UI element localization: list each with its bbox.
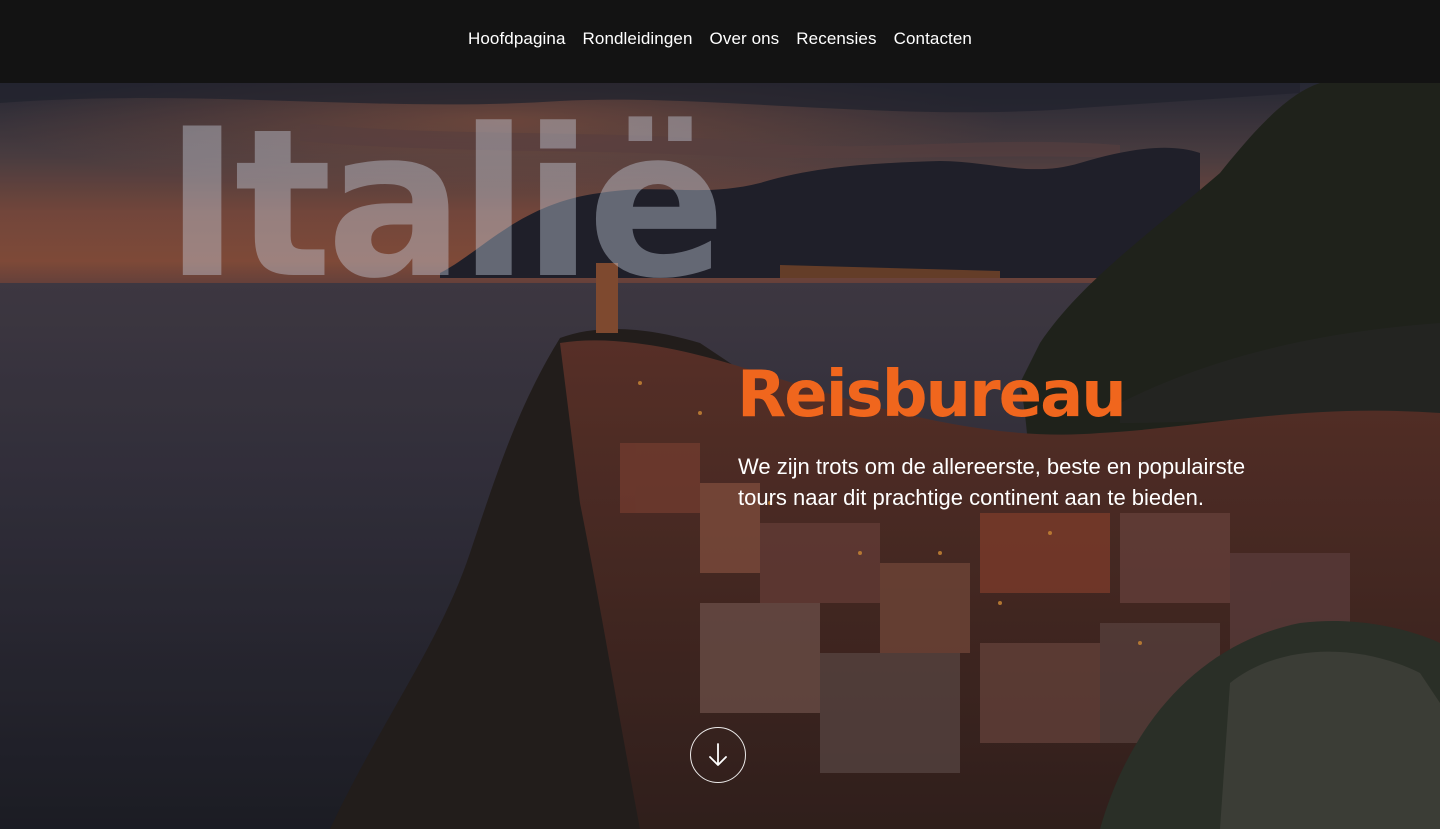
- nav-item-home: Hoofdpagina: [468, 29, 566, 49]
- scroll-down-button[interactable]: [690, 727, 746, 783]
- arrow-down-icon: [709, 743, 727, 766]
- top-navigation: Hoofdpagina Rondleidingen Over ons Recen…: [0, 0, 1440, 83]
- nav-item-contacts: Contacten: [894, 29, 972, 49]
- nav-link-rondleidingen[interactable]: Rondleidingen: [583, 29, 693, 48]
- nav-link-recensies[interactable]: Recensies: [796, 29, 876, 48]
- nav-item-tours: Rondleidingen: [583, 29, 693, 49]
- nav-item-reviews: Recensies: [796, 29, 876, 49]
- nav-link-hoofdpagina[interactable]: Hoofdpagina: [468, 29, 566, 48]
- nav-link-over-ons[interactable]: Over ons: [710, 29, 780, 48]
- hero-watermark: Italië: [164, 86, 726, 324]
- nav-link-contacten[interactable]: Contacten: [894, 29, 972, 48]
- nav-menu: Hoofdpagina Rondleidingen Over ons Recen…: [468, 29, 972, 49]
- hero-section: Italië Reisbureau We zijn trots om de al…: [0, 83, 1440, 829]
- nav-item-about: Over ons: [710, 29, 780, 49]
- hero-title: Reisbureau: [737, 358, 1127, 432]
- hero-tagline: We zijn trots om de allereerste, beste e…: [738, 454, 1246, 510]
